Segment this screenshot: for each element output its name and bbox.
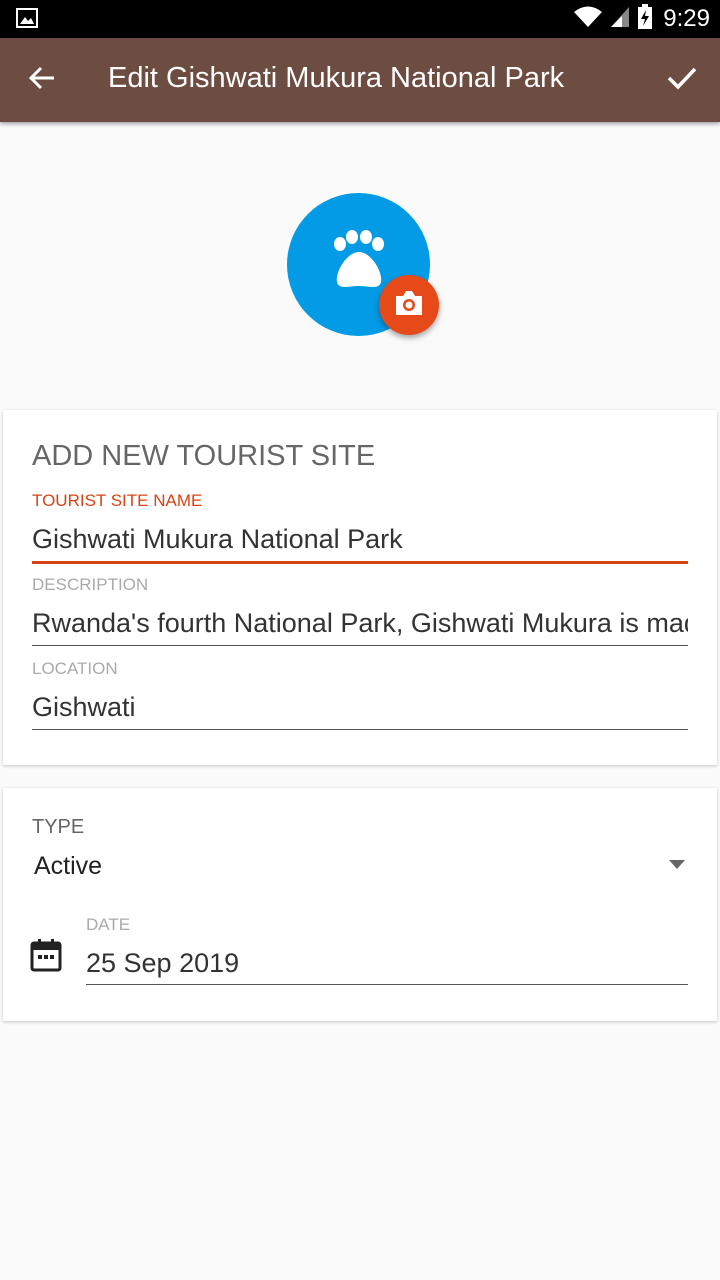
tourist-site-form: ADD NEW TOURIST SITE TOURIST SITE NAME G… — [3, 410, 717, 765]
check-icon — [667, 66, 697, 95]
dropdown-arrow-icon[interactable] — [669, 860, 685, 869]
calendar-icon — [30, 938, 62, 972]
date-label: DATE — [86, 915, 131, 934]
paw-icon — [327, 230, 391, 299]
type-select[interactable]: Active — [34, 852, 102, 881]
name-underline — [32, 561, 688, 564]
save-button[interactable] — [660, 58, 704, 102]
arrow-back-icon — [28, 64, 56, 97]
location-label: LOCATION — [32, 659, 118, 678]
battery-charging-icon — [637, 3, 653, 35]
name-field[interactable]: Gishwati Mukura National Park — [32, 524, 688, 555]
description-underline — [32, 645, 688, 646]
wifi-icon — [573, 5, 603, 34]
status-bar: 9:29 — [0, 0, 720, 38]
details-card: TYPE Active DATE 25 Sep 2019 — [3, 788, 717, 1021]
status-time: 9:29 — [663, 5, 710, 32]
type-label: TYPE — [32, 816, 85, 838]
description-field[interactable]: Rwanda's fourth National Park, Gishwati … — [32, 608, 688, 639]
description-label: DESCRIPTION — [32, 575, 149, 594]
app-bar: Edit Gishwati Mukura National Park — [0, 38, 720, 122]
date-field[interactable]: 25 Sep 2019 — [86, 948, 239, 979]
back-button[interactable] — [20, 58, 64, 102]
signal-icon — [609, 5, 631, 34]
location-field[interactable]: Gishwati — [32, 692, 688, 723]
location-underline — [32, 729, 688, 730]
date-underline — [86, 984, 688, 985]
form-heading: ADD NEW TOURIST SITE — [32, 440, 376, 472]
page-title: Edit Gishwati Mukura National Park — [108, 62, 565, 94]
image-icon — [16, 8, 38, 28]
name-label: TOURIST SITE NAME — [32, 491, 203, 510]
camera-icon — [393, 289, 425, 322]
change-photo-button[interactable] — [379, 275, 439, 335]
